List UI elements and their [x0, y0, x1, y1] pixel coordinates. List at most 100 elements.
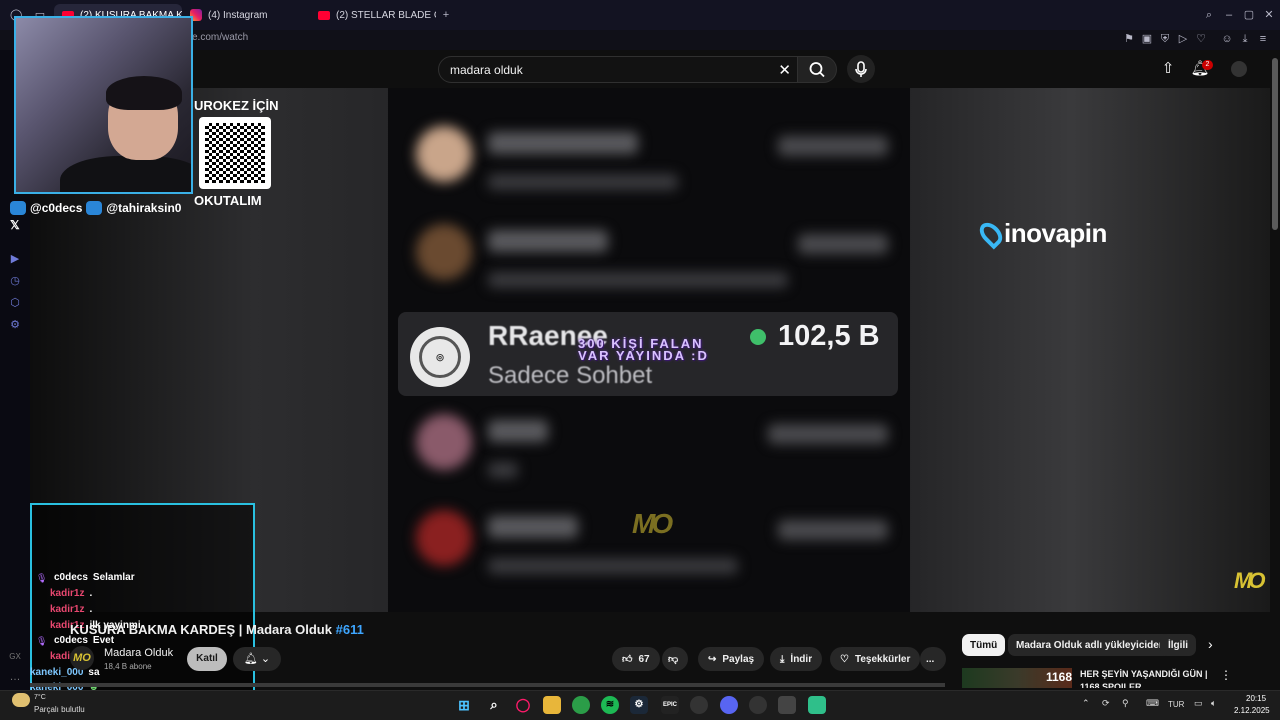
channel-name[interactable]: Madara Olduk	[104, 647, 173, 659]
opera-gx-icon[interactable]: ◯	[514, 696, 532, 714]
video-title: KUSURA BAKMA KARDEŞ | Madara Olduk #611	[70, 622, 364, 637]
maximize-icon[interactable]: ▢	[1243, 9, 1255, 21]
volume-icon[interactable]: 🔈︎	[1211, 698, 1216, 709]
watermark-logo: MO	[632, 508, 673, 539]
thumbs-down-icon: 👎︎	[668, 654, 679, 665]
chip-related[interactable]: İlgili	[1160, 634, 1196, 656]
tray-app-icon[interactable]: ⟳	[1102, 698, 1110, 709]
voice-search-button[interactable]	[847, 55, 875, 83]
obs-icon[interactable]	[749, 696, 767, 714]
new-tab-button[interactable]: +	[440, 9, 452, 21]
epic-games-icon[interactable]: EPIC	[661, 696, 679, 714]
more-actions-button[interactable]: ...	[920, 647, 946, 671]
share-button[interactable]: ↪ Paylaş	[698, 647, 765, 671]
search-icon[interactable]: ⌕	[485, 696, 503, 714]
chrome-icon[interactable]	[572, 696, 590, 714]
snapshot-icon[interactable]: ▣	[1141, 33, 1153, 45]
url-text[interactable]: e.com/watch	[192, 32, 248, 43]
microphone-icon	[855, 61, 867, 77]
live-status-dot	[750, 329, 766, 345]
settings-icon[interactable]: ⚙	[8, 318, 22, 332]
search-tabs-icon[interactable]: ⌕	[1203, 9, 1215, 21]
weather-text[interactable]: Parçalı bulutlu	[34, 705, 85, 714]
more-icon[interactable]: …	[8, 670, 22, 684]
clear-search-icon[interactable]: ✕	[778, 61, 791, 79]
github-icon[interactable]	[690, 696, 708, 714]
download-icon: ⤓	[780, 653, 785, 665]
search-query[interactable]: madara olduk	[450, 63, 523, 77]
show-hidden-icons[interactable]: ⌃	[1082, 698, 1090, 709]
download-icon[interactable]: ⤓	[1239, 33, 1251, 45]
search-button[interactable]	[797, 56, 837, 83]
scrollbar-thumb[interactable]	[1272, 58, 1278, 230]
blurred-list-item	[398, 112, 898, 194]
sponsor-name: inovapin	[1004, 218, 1107, 248]
x-icon: 𝕏	[10, 218, 20, 232]
heart-icon[interactable]: ♡	[1195, 33, 1207, 45]
social-handles: @c0decs @tahiraksin0	[10, 201, 181, 215]
menu-icon[interactable]: ≡	[1257, 33, 1269, 45]
viewer-count: 102,5 B	[778, 320, 880, 352]
thanks-button[interactable]: ♡ Teşekkürler	[830, 647, 921, 671]
chat-message: kadir1z.	[50, 604, 93, 615]
bookmark-icon[interactable]: ⚑	[1123, 33, 1135, 45]
profile-icon[interactable]: ☺	[1221, 33, 1233, 45]
thumbs-up-icon: 👍︎	[622, 654, 633, 665]
discord-icon[interactable]	[720, 696, 738, 714]
notification-bell-button[interactable]: 🔔︎ ⌄	[233, 647, 281, 671]
subscriber-count: 18,4 B abone	[104, 662, 152, 671]
join-button[interactable]: Katıl	[187, 647, 227, 671]
gx-icon[interactable]: GX	[8, 650, 22, 664]
app-icon[interactable]	[808, 696, 826, 714]
app-icon[interactable]	[778, 696, 796, 714]
tab-stellar-blade[interactable]: (2) STELLAR BLADE Game...	[310, 4, 436, 26]
start-icon[interactable]: ⊞	[455, 696, 473, 714]
stream-overlay-message: 300 KİŞİ FALAN VAR YAYINDA :D	[578, 337, 709, 362]
youtube-icon	[318, 10, 330, 20]
language-indicator[interactable]: TUR	[1168, 700, 1184, 709]
account-avatar[interactable]	[1231, 61, 1247, 77]
file-explorer-icon[interactable]	[543, 696, 561, 714]
shield-icon[interactable]: ⛨	[1159, 33, 1171, 45]
keyboard-icon[interactable]: ⌨	[1146, 698, 1159, 709]
player-icon[interactable]: ▷	[1177, 33, 1189, 45]
notification-badge: 2	[1202, 60, 1213, 70]
history-icon[interactable]: ◷	[8, 274, 22, 288]
blurred-list-item	[398, 400, 898, 482]
qr-title: UROKEZ İÇİN	[194, 98, 279, 113]
chat-message: kadir1z.	[50, 588, 93, 599]
close-window-icon[interactable]: ✕	[1263, 9, 1275, 21]
extensions-icon[interactable]: ⬡	[8, 296, 22, 310]
chip-all[interactable]: Tümü	[962, 634, 1006, 656]
recommendation-title[interactable]: HER ŞEYİN YAŞANDIĞI GÜN | 1168 SPOILER	[1080, 668, 1210, 688]
share-icon: ↪	[708, 653, 717, 665]
network-icon[interactable]: ▭	[1194, 698, 1203, 709]
highlight-subtitle: Sadece Sohbet	[488, 362, 653, 389]
dislike-button[interactable]: 👎︎	[662, 647, 688, 671]
tray-app-icon[interactable]: ⚲	[1122, 698, 1129, 709]
tab-instagram[interactable]: (4) Instagram	[182, 4, 308, 26]
tab-label: (2) STELLAR BLADE Game...	[336, 9, 436, 21]
webcam-overlay	[14, 16, 193, 194]
social-icon	[10, 201, 26, 215]
steam-icon[interactable]: ⚙	[630, 696, 648, 714]
clock-date[interactable]: 2.12.2025	[1234, 706, 1270, 715]
chevron-right-icon[interactable]: ›	[1208, 636, 1213, 652]
channel-avatar[interactable]: MO	[70, 646, 94, 670]
kebab-menu-icon[interactable]: ⋮	[1220, 668, 1232, 682]
spotify-icon[interactable]: ≋	[601, 696, 619, 714]
download-button[interactable]: ⤓ İndir	[770, 647, 823, 671]
clock-time[interactable]: 20:15	[1246, 694, 1266, 703]
player-icon[interactable]: ▶	[8, 252, 22, 266]
chip-from-uploader[interactable]: Madara Olduk adlı yükleyiciden	[1008, 634, 1173, 656]
search-input[interactable]: madara olduk ✕	[438, 56, 798, 83]
like-button[interactable]: 👍︎ 67	[612, 647, 660, 671]
minimize-icon[interactable]: –	[1223, 9, 1235, 21]
tab-label: (4) Instagram	[208, 9, 268, 21]
video-title-hashtag[interactable]: #611	[336, 622, 364, 637]
upload-icon[interactable]: ⇧	[1158, 59, 1178, 79]
weather-icon[interactable]	[12, 693, 30, 707]
mic-badge-icon: 🎙︎	[36, 636, 48, 646]
social-handle-2: @tahiraksin0	[106, 201, 182, 215]
instagram-icon	[86, 201, 103, 215]
